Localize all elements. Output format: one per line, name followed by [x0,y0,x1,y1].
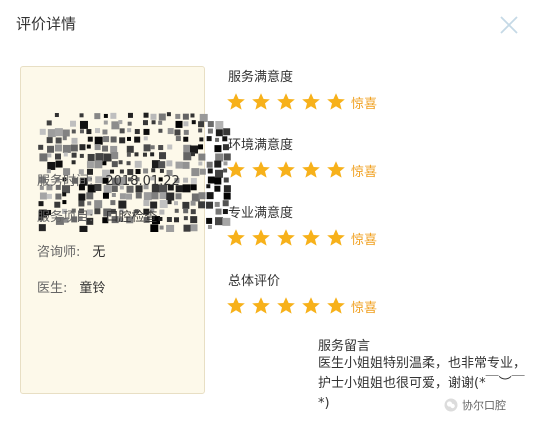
wechat-logo-icon [444,398,458,412]
rating-stars-environment: 惊喜 [226,159,377,181]
rating-label: 惊喜 [351,96,378,112]
service-time-label: 服务时间: [37,174,94,189]
message-title: 服务留言 [318,339,371,354]
rating-stars-overall: 惊喜 [226,295,377,317]
rating-title-professional: 专业满意度 [228,206,294,221]
watermark-text: 协尔口腔 [462,399,506,412]
service-item-row: 服务项目: 口腔检查 [37,206,157,225]
star-icon [301,296,321,316]
info-card: 服务时间: 2018.01.22 服务项目: 口腔检查 咨询师: 无 医生: 童铃 [20,66,231,394]
star-icon [251,228,271,248]
rating-title-service: 服务满意度 [228,70,294,85]
star-icon [276,296,296,316]
star-icon [276,160,296,180]
star-icon [276,228,296,248]
service-item-label: 服务项目: [37,210,94,225]
close-button[interactable] [498,14,520,36]
star-icon [226,296,246,316]
star-icon [326,296,346,316]
service-item-value: 口腔检查 [105,210,158,225]
doctor-row: 医生: 童铃 [37,277,105,296]
close-icon [500,16,518,34]
watermark: 协尔口腔 [444,397,506,413]
rating-label: 惊喜 [351,164,378,180]
rating-title-environment: 环境满意度 [228,138,294,153]
rating-stars-service: 惊喜 [226,91,377,113]
rating-title-overall: 总体评价 [228,274,281,289]
doctor-label: 医生: [37,281,68,296]
star-icon [276,92,296,112]
star-icon [301,92,321,112]
star-icon [326,160,346,180]
consultant-value: 无 [92,245,106,260]
star-icon [326,92,346,112]
dialog-title: 评价详情 [16,15,77,33]
rating-label: 惊喜 [351,300,378,316]
service-time-value: 2018.01.22 [105,174,180,189]
star-icon [301,160,321,180]
rating-stars-professional: 惊喜 [226,227,377,249]
star-icon [326,228,346,248]
star-icon [251,92,271,112]
star-icon [226,160,246,180]
star-icon [251,160,271,180]
service-time-row: 服务时间: 2018.01.22 [37,170,180,189]
consultant-label: 咨询师: [37,245,81,260]
star-icon [301,228,321,248]
star-icon [251,296,271,316]
doctor-value: 童铃 [79,281,106,296]
consultant-row: 咨询师: 无 [37,241,105,260]
rating-label: 惊喜 [351,232,378,248]
star-icon [226,228,246,248]
star-icon [226,92,246,112]
